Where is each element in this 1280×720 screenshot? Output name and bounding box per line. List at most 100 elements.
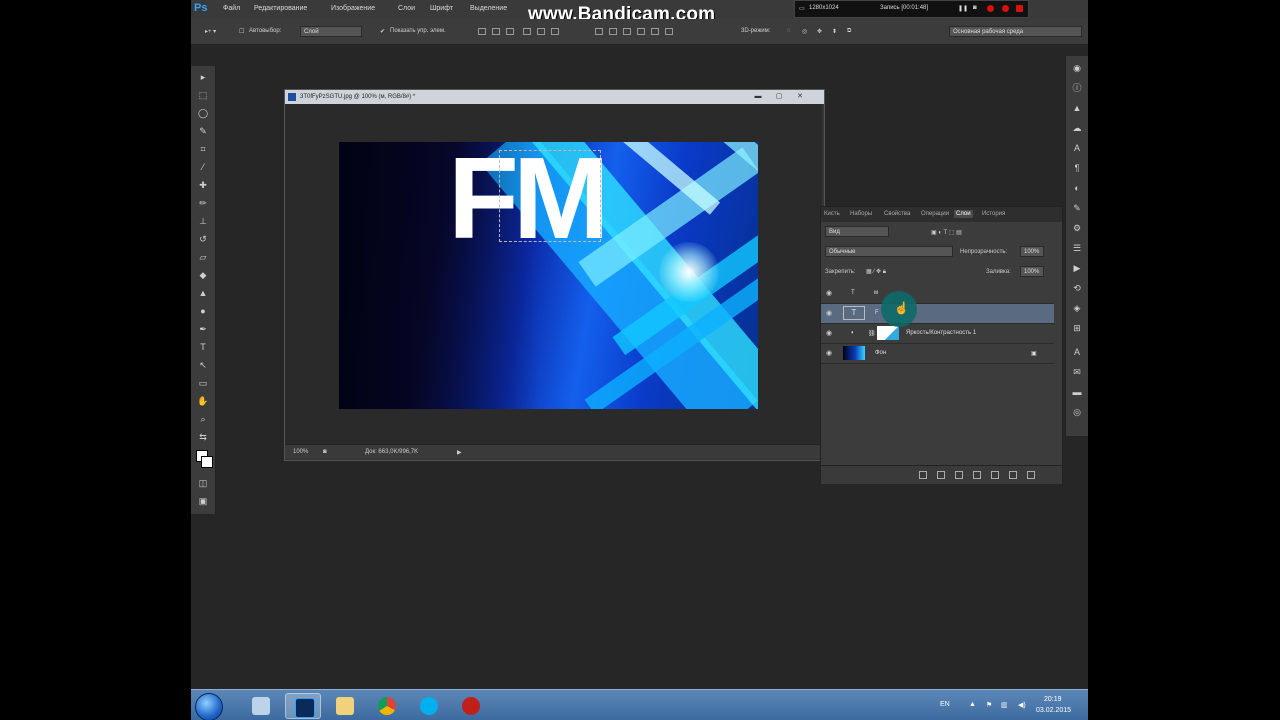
tab-layers[interactable]: Слои: [954, 210, 973, 218]
notes-panel-icon[interactable]: ✉: [1071, 366, 1083, 378]
distribute-right-icon[interactable]: [665, 28, 673, 35]
lock-icons[interactable]: ▦ ⁄ ✥ 🔒︎: [866, 268, 886, 276]
close-icon[interactable]: ✕: [795, 92, 805, 101]
layer-row[interactable]: ◉ T м: [821, 284, 1054, 304]
fill-field[interactable]: 100%: [1020, 266, 1044, 277]
zoom-tool-icon[interactable]: ⌕: [196, 412, 210, 426]
info-panel-icon[interactable]: ⓘ: [1071, 82, 1083, 94]
menu-select[interactable]: Выделение: [470, 5, 507, 12]
taskbar-chrome-icon[interactable]: [369, 693, 405, 719]
artwork-canvas[interactable]: FM: [339, 142, 758, 409]
swatches-panel-icon[interactable]: ▲: [1071, 102, 1083, 114]
pause-icon[interactable]: ❚❚: [958, 5, 968, 12]
hand-tool-icon[interactable]: ✋: [196, 394, 210, 408]
distribute-hcenter-icon[interactable]: [651, 28, 659, 35]
channels-panel-icon[interactable]: ⊞: [1071, 322, 1083, 334]
tab-presets[interactable]: Наборы: [850, 211, 872, 217]
close-icon[interactable]: [1016, 5, 1023, 12]
status-info-icon[interactable]: ◙: [323, 449, 327, 455]
stamp-tool-icon[interactable]: ⊥: [196, 214, 210, 228]
menu-image[interactable]: Изображение: [331, 5, 375, 12]
quick-select-tool-icon[interactable]: ✎: [196, 124, 210, 138]
tray-arrow-icon[interactable]: ▲: [969, 701, 976, 708]
quick-mask-icon[interactable]: ◫: [196, 476, 210, 490]
show-controls-checkbox[interactable]: ✔: [380, 28, 385, 35]
stop-icon[interactable]: [1002, 5, 1009, 12]
visibility-eye-icon[interactable]: ◉: [826, 329, 832, 337]
pen-tool-icon[interactable]: ✒: [196, 322, 210, 336]
taskbar-bandicam-icon[interactable]: [453, 693, 489, 719]
taskbar-explorer-icon[interactable]: [327, 693, 363, 719]
layer-row[interactable]: ◉ ◐ ⛓ Яркость/Контрастность 1: [821, 324, 1054, 344]
delete-layer-icon[interactable]: [1027, 471, 1035, 479]
3d-slide-icon[interactable]: ⬍: [832, 28, 837, 35]
tab-properties[interactable]: Свойства: [884, 211, 910, 217]
dodge-tool-icon[interactable]: ●: [196, 304, 210, 318]
character-panel-icon[interactable]: A: [1071, 142, 1083, 154]
distribute-vcenter-icon[interactable]: [609, 28, 617, 35]
adjustment-layer-icon[interactable]: [973, 471, 981, 479]
language-indicator[interactable]: EN: [940, 701, 950, 708]
lasso-tool-icon[interactable]: ◯: [196, 106, 210, 120]
adjustments-panel-icon[interactable]: ◐: [1071, 182, 1083, 194]
clone-source-icon[interactable]: ⚙: [1071, 222, 1083, 234]
menu-layers[interactable]: Слои: [398, 5, 415, 12]
align-vcenter-icon[interactable]: [492, 28, 500, 35]
distribute-left-icon[interactable]: [637, 28, 645, 35]
network-icon[interactable]: ▥: [1001, 701, 1008, 709]
styles-panel-icon[interactable]: ☁: [1071, 122, 1083, 134]
3d-scale-icon[interactable]: ⧉: [847, 28, 851, 35]
layer-style-icon[interactable]: [937, 471, 945, 479]
menu-edit[interactable]: Редактирование: [254, 5, 307, 12]
flag-icon[interactable]: ⚑: [986, 701, 992, 709]
blur-tool-icon[interactable]: ▲: [196, 286, 210, 300]
status-menu-arrow-icon[interactable]: ▶: [457, 449, 462, 456]
history-brush-tool-icon[interactable]: ↺: [196, 232, 210, 246]
paths-panel-icon[interactable]: A: [1071, 346, 1083, 358]
shape-tool-icon[interactable]: ▭: [196, 376, 210, 390]
minimize-icon[interactable]: ▬: [753, 92, 763, 101]
paragraph-panel-icon[interactable]: ¶: [1071, 162, 1083, 174]
3d-rotate-icon[interactable]: ◌: [787, 28, 791, 34]
paint-bucket-tool-icon[interactable]: ◆: [196, 268, 210, 282]
healing-tool-icon[interactable]: ✚: [196, 178, 210, 192]
link-layers-icon[interactable]: [919, 471, 927, 479]
background-color-swatch[interactable]: [201, 456, 213, 468]
visibility-eye-icon[interactable]: ◉: [826, 309, 832, 317]
menu-type[interactable]: Шрифт: [430, 5, 453, 12]
align-top-icon[interactable]: [478, 28, 486, 35]
menu-file[interactable]: Файл: [223, 5, 240, 12]
filter-kind-dropdown[interactable]: Вид: [825, 226, 889, 237]
taskbar-skype-icon[interactable]: [411, 693, 447, 719]
distribute-top-icon[interactable]: [595, 28, 603, 35]
visibility-eye-icon[interactable]: ◉: [826, 289, 832, 297]
clock-date[interactable]: 03.02.2015: [1036, 707, 1071, 714]
brush-panel-icon[interactable]: ✎: [1071, 202, 1083, 214]
start-button-icon[interactable]: [195, 693, 223, 720]
align-hcenter-icon[interactable]: [537, 28, 545, 35]
marquee-tool-icon[interactable]: ⬚: [196, 88, 210, 102]
move-tool-icon[interactable]: ▸: [196, 70, 210, 84]
move-tool-icon[interactable]: ▸+ ▾: [205, 28, 216, 35]
document-title-bar[interactable]: 3T0fFyPzSGTU.jpg @ 100% (м, RGB/8#) * ▬ …: [285, 90, 824, 104]
workspace-dropdown[interactable]: Основная рабочая среда: [949, 26, 1082, 37]
color-panel-icon[interactable]: ◉: [1071, 62, 1083, 74]
distribute-bottom-icon[interactable]: [623, 28, 631, 35]
tab-brush[interactable]: Кисть: [824, 211, 840, 217]
3d-roll-icon[interactable]: ◎: [802, 28, 807, 35]
history-panel-icon[interactable]: ⟲: [1071, 282, 1083, 294]
blend-mode-dropdown[interactable]: Обычные: [825, 246, 953, 257]
brush-tool-icon[interactable]: ✏: [196, 196, 210, 210]
screen-mode-icon[interactable]: ▣: [196, 494, 210, 508]
maximize-icon[interactable]: ▢: [774, 92, 784, 101]
type-tool-icon[interactable]: T: [196, 340, 210, 354]
record-icon[interactable]: [987, 5, 994, 12]
3d-pan-icon[interactable]: ✥: [817, 28, 822, 35]
autoselect-dropdown[interactable]: Слой: [300, 26, 362, 37]
taskbar-photoshop-icon[interactable]: [285, 693, 321, 719]
eraser-tool-icon[interactable]: ▱: [196, 250, 210, 264]
clock-time[interactable]: 20:19: [1044, 696, 1062, 703]
visibility-eye-icon[interactable]: ◉: [826, 349, 832, 357]
eyedropper-tool-icon[interactable]: ⁄: [196, 160, 210, 174]
new-group-icon[interactable]: [991, 471, 999, 479]
